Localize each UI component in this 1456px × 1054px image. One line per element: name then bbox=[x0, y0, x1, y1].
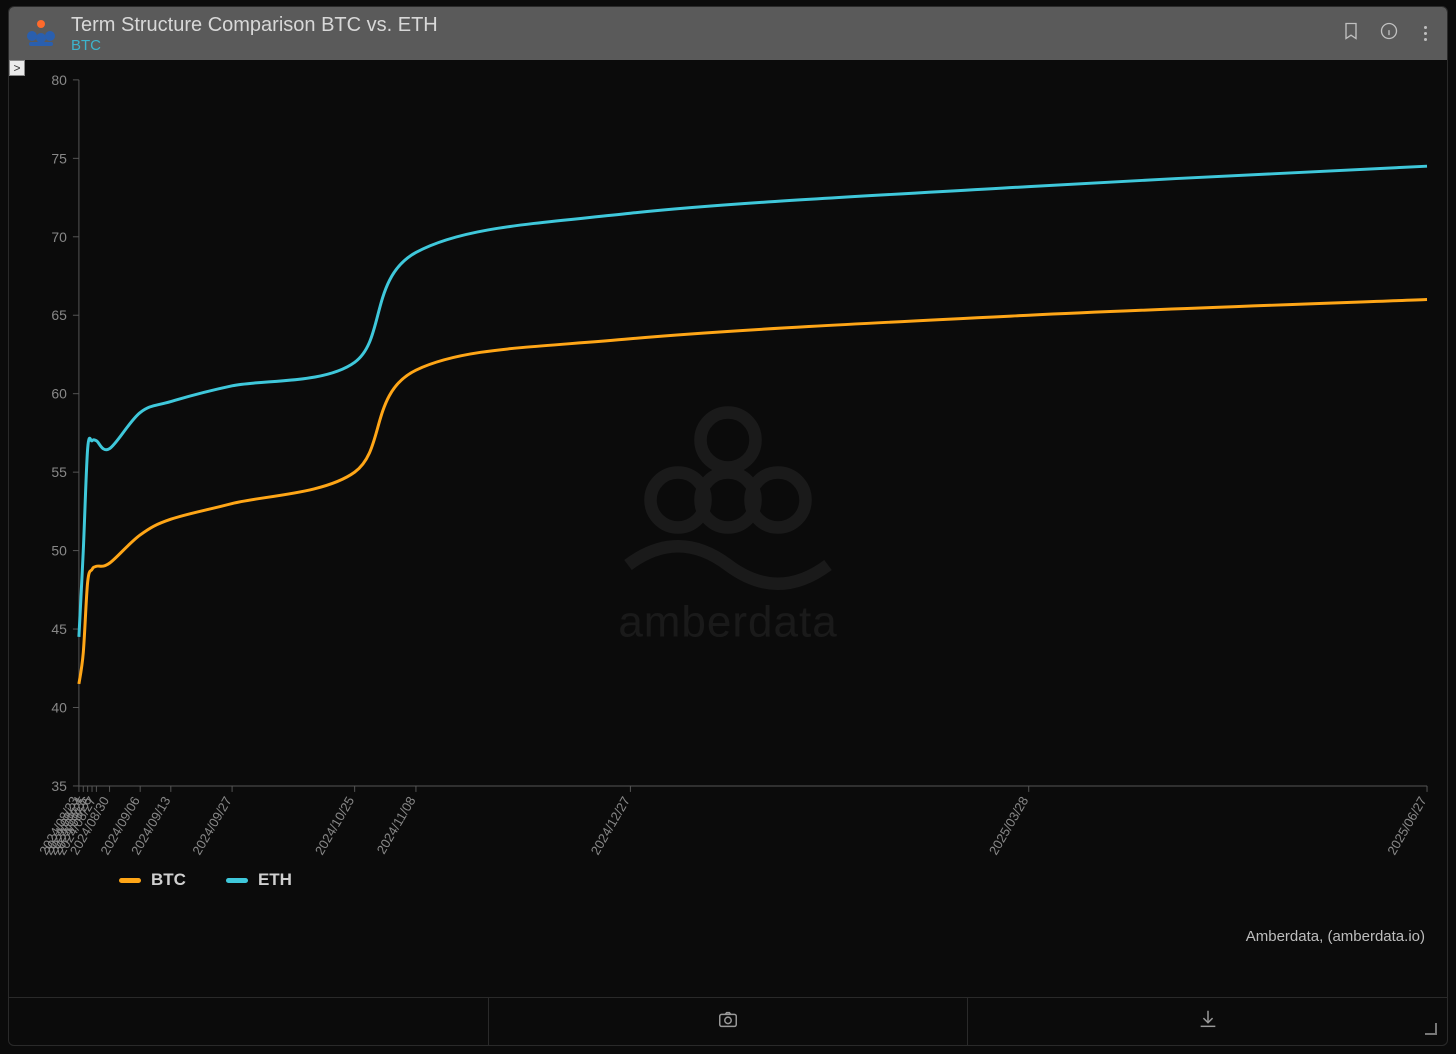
attribution: Amberdata, (amberdata.io) bbox=[1246, 928, 1425, 945]
resize-handle-icon[interactable] bbox=[1425, 1023, 1437, 1035]
legend-item-btc[interactable]: BTC bbox=[119, 870, 186, 890]
svg-text:55: 55 bbox=[51, 464, 67, 480]
legend-item-eth[interactable]: ETH bbox=[226, 870, 292, 890]
svg-text:2024/12/27: 2024/12/27 bbox=[588, 794, 633, 857]
plot-area[interactable]: amberdata 35404550556065707580 2024/08/2… bbox=[9, 60, 1447, 955]
panel-header: Term Structure Comparison BTC vs. ETH BT… bbox=[9, 7, 1447, 60]
series-btc bbox=[79, 300, 1427, 684]
svg-text:2025/06/27: 2025/06/27 bbox=[1384, 794, 1429, 857]
svg-text:2024/10/25: 2024/10/25 bbox=[312, 794, 357, 857]
header-actions bbox=[1341, 21, 1433, 46]
snapshot-button[interactable] bbox=[489, 998, 969, 1045]
brand-logo-icon bbox=[23, 16, 59, 52]
svg-text:45: 45 bbox=[51, 621, 67, 637]
svg-text:70: 70 bbox=[51, 229, 67, 245]
svg-text:50: 50 bbox=[51, 543, 67, 559]
legend: BTC ETH bbox=[119, 870, 292, 890]
more-menu-icon[interactable] bbox=[1417, 26, 1433, 41]
legend-swatch-eth bbox=[226, 878, 248, 883]
panel-subtitle: BTC bbox=[71, 37, 1329, 55]
series-eth bbox=[79, 166, 1427, 637]
svg-text:40: 40 bbox=[51, 699, 67, 715]
panel-title: Term Structure Comparison BTC vs. ETH bbox=[71, 13, 1329, 37]
svg-text:2024/09/27: 2024/09/27 bbox=[189, 794, 234, 857]
chart-panel: Term Structure Comparison BTC vs. ETH BT… bbox=[8, 6, 1448, 1046]
camera-icon bbox=[717, 1008, 739, 1035]
bookmark-icon[interactable] bbox=[1341, 21, 1361, 46]
line-chart: 35404550556065707580 2024/08/232024/08/2… bbox=[9, 60, 1447, 955]
svg-text:2024/11/08: 2024/11/08 bbox=[374, 794, 419, 857]
footer-cell-empty bbox=[9, 998, 489, 1045]
download-icon bbox=[1197, 1008, 1219, 1035]
svg-text:75: 75 bbox=[51, 150, 67, 166]
svg-text:60: 60 bbox=[51, 386, 67, 402]
expand-sidebar-icon[interactable]: > bbox=[9, 60, 25, 76]
svg-text:2025/03/28: 2025/03/28 bbox=[986, 794, 1031, 857]
panel-footer bbox=[9, 997, 1447, 1045]
title-block: Term Structure Comparison BTC vs. ETH BT… bbox=[71, 13, 1329, 55]
svg-text:80: 80 bbox=[51, 72, 67, 88]
expand-glyph: > bbox=[13, 61, 20, 75]
legend-swatch-btc bbox=[119, 878, 141, 883]
legend-label-btc: BTC bbox=[151, 870, 186, 890]
svg-text:65: 65 bbox=[51, 307, 67, 323]
download-button[interactable] bbox=[968, 998, 1447, 1045]
info-icon[interactable] bbox=[1379, 21, 1399, 46]
svg-text:35: 35 bbox=[51, 778, 67, 794]
legend-label-eth: ETH bbox=[258, 870, 292, 890]
